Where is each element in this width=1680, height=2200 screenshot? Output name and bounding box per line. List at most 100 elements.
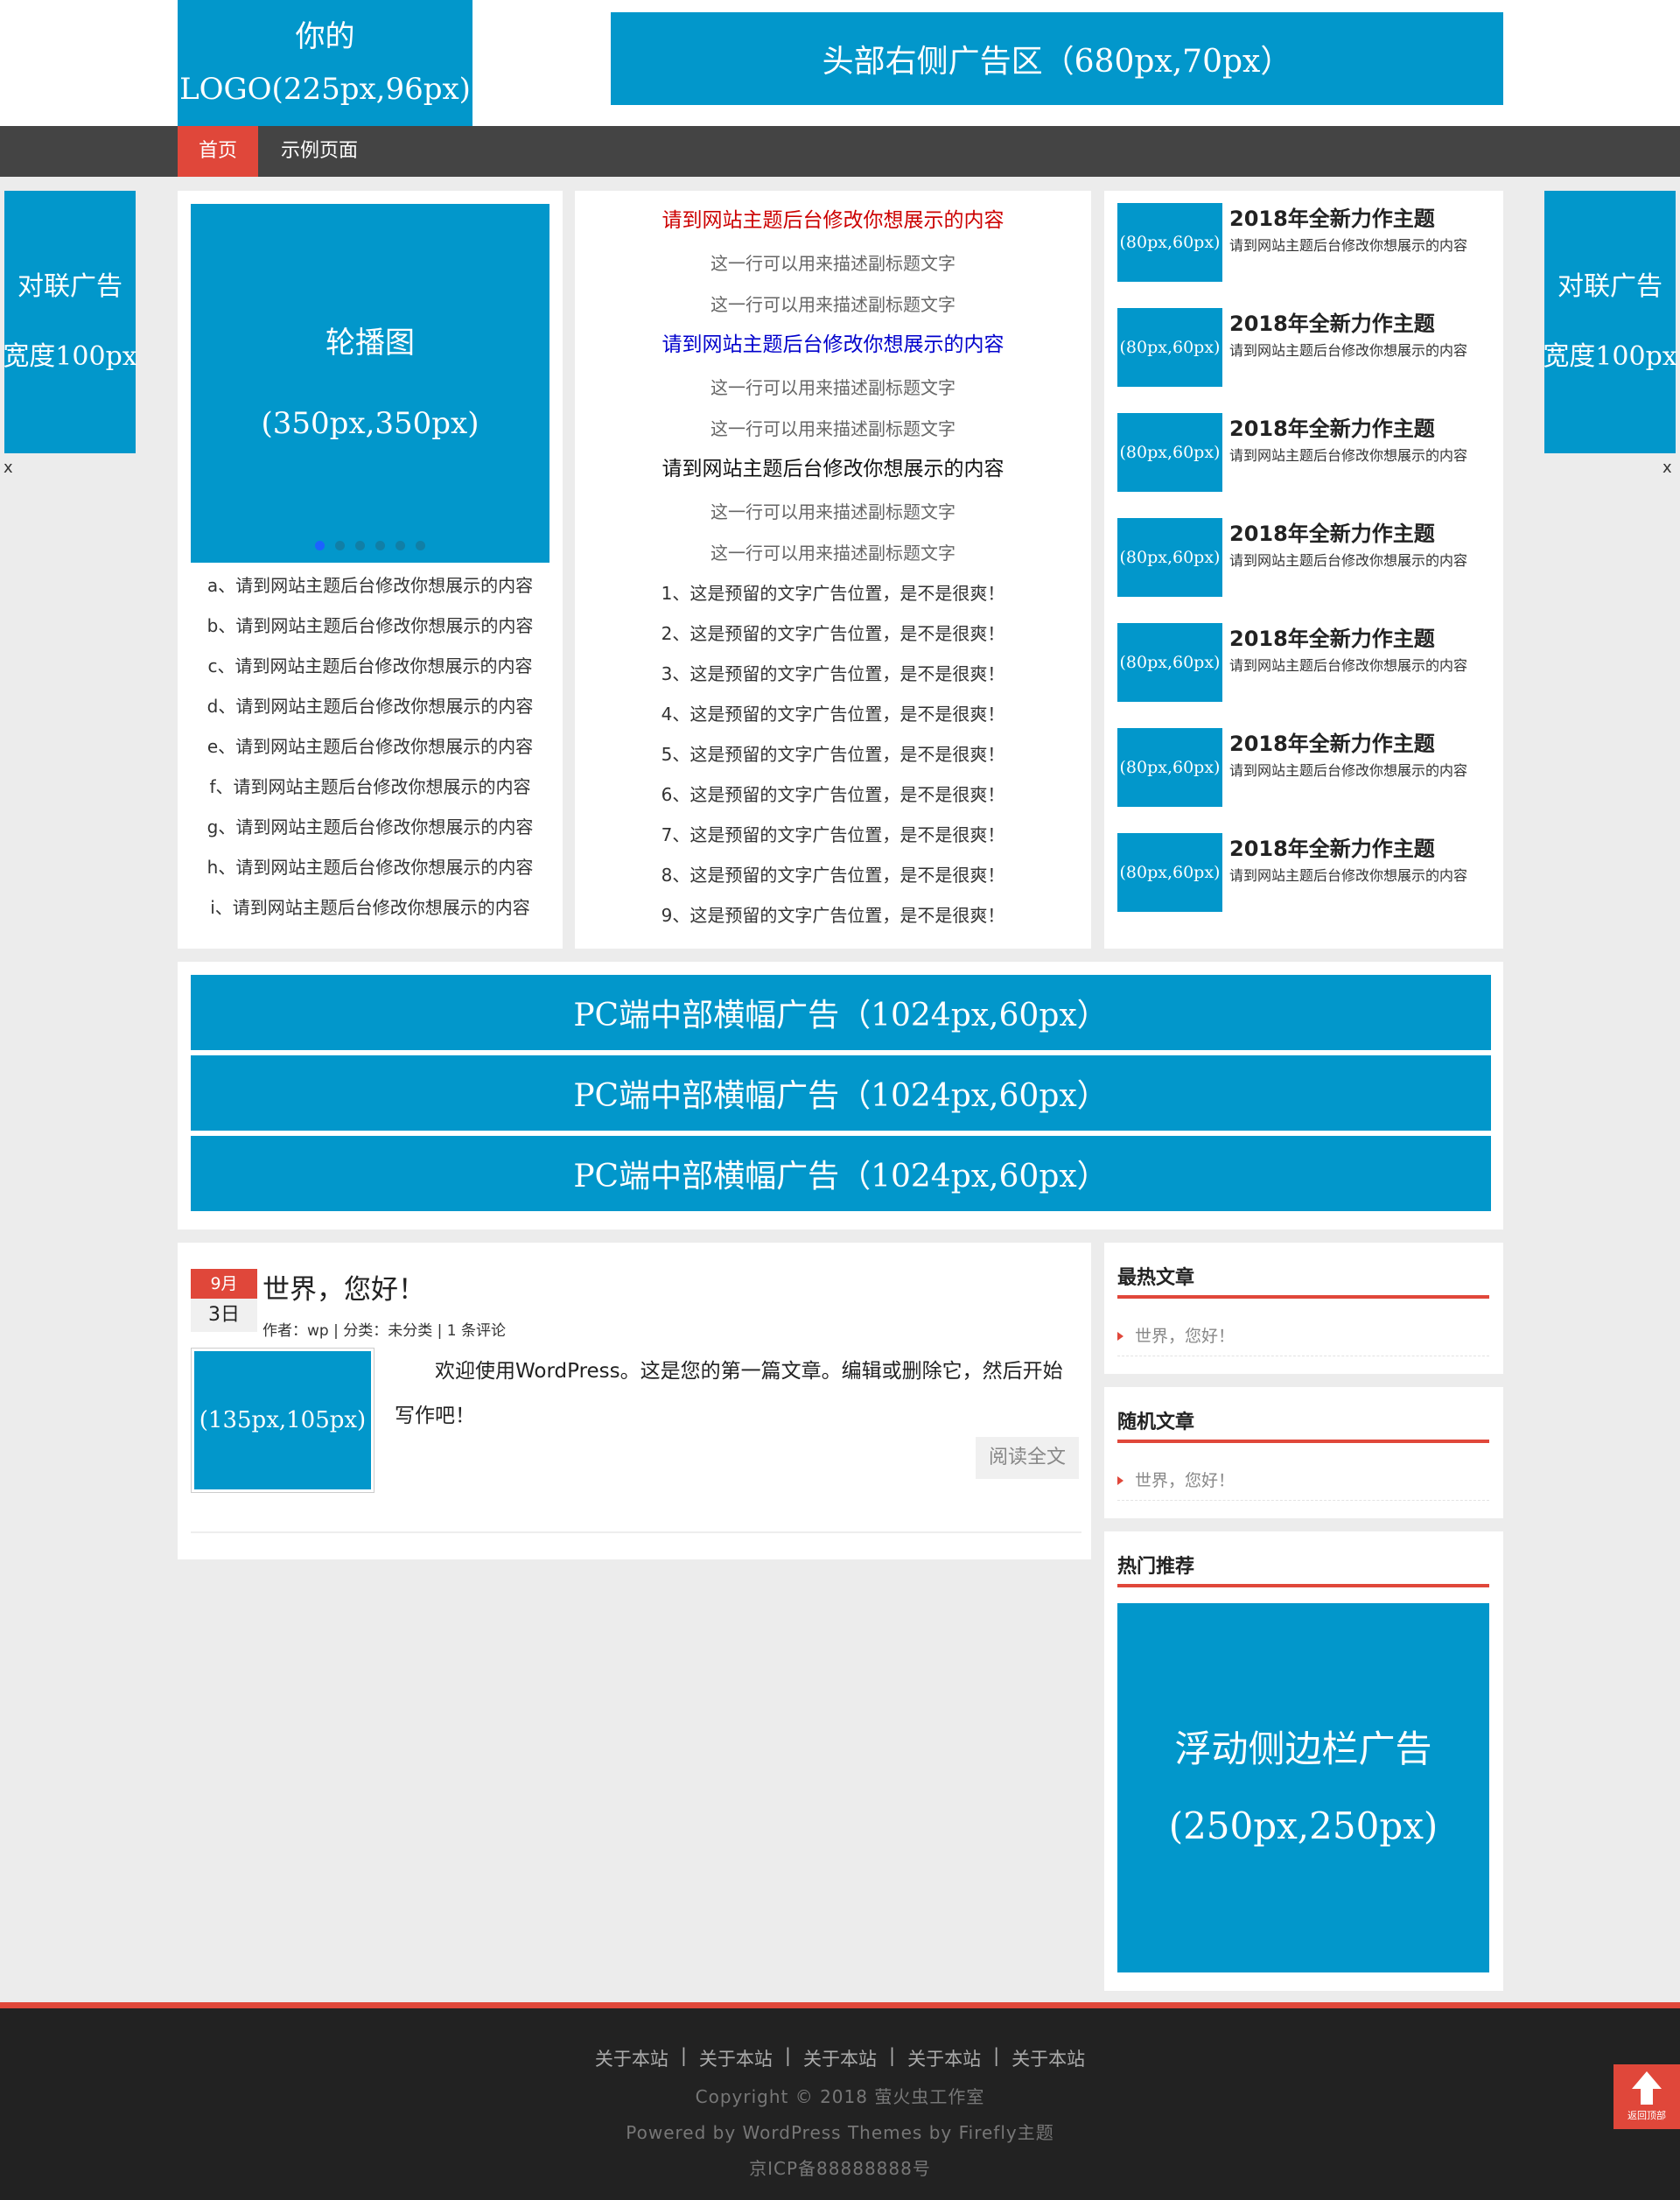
footer-link[interactable]: 关于本站 [699, 2045, 773, 2071]
text-ad-link[interactable]: 8、这是预留的文字广告位置，是不是很爽！ [575, 856, 1091, 896]
widget-random-title: 随机文章 [1117, 1412, 1195, 1433]
headline-link[interactable]: 请到网站主题后台修改你想展示的内容 [575, 326, 1091, 368]
featured-item[interactable]: (80px,60px) 2018年全新力作主题 请到网站主题后台修改你想展示的内容 [1117, 716, 1498, 807]
text-ad-link[interactable]: 7、这是预留的文字广告位置，是不是很爽！ [575, 816, 1091, 856]
mid-banner-ad[interactable]: PC端中部横幅广告（1024px,60px） [191, 1136, 1491, 1211]
carousel-dot[interactable] [335, 541, 345, 550]
subtitle-text: 这一行可以用来描述副标题文字 [710, 501, 956, 522]
featured-thumbnail[interactable]: (80px,60px) [1117, 623, 1222, 702]
widget-hot-item[interactable]: 世界，您好！ [1117, 1321, 1489, 1356]
featured-title[interactable]: 2018年全新力作主题 [1229, 411, 1435, 442]
footer-link[interactable]: 关于本站 [907, 2045, 981, 2071]
text-ad-link[interactable]: 9、这是预留的文字广告位置，是不是很爽！ [575, 896, 1091, 936]
list-item[interactable]: g、请到网站主题后台修改你想展示的内容 [191, 814, 550, 854]
list-item[interactable]: f、请到网站主题后台修改你想展示的内容 [191, 774, 550, 814]
couplet-left-line2: 宽度100px [3, 341, 137, 372]
featured-item[interactable]: (80px,60px) 2018年全新力作主题 请到网站主题后台修改你想展示的内容 [1117, 191, 1498, 282]
featured-item[interactable]: (80px,60px) 2018年全新力作主题 请到网站主题后台修改你想展示的内容 [1117, 821, 1498, 912]
carousel-line1: 轮播图 [326, 326, 415, 361]
widget-recommend-title: 热门推荐 [1117, 1556, 1195, 1578]
featured-thumbnail[interactable]: (80px,60px) [1117, 413, 1222, 492]
carousel[interactable]: 轮播图 (350px,350px) [191, 204, 550, 563]
carousel-line2: (350px,350px) [261, 406, 480, 441]
carousel-dot[interactable] [355, 541, 365, 550]
arrow-up-stem [1641, 2089, 1653, 2105]
featured-thumbnail[interactable]: (80px,60px) [1117, 518, 1222, 597]
headline-link[interactable]: 请到网站主题后台修改你想展示的内容 [575, 201, 1091, 243]
nav-item-home[interactable]: 首页 [178, 126, 258, 177]
site-logo[interactable]: 你的 LOGO(225px,96px) [178, 0, 472, 126]
arrow-right-icon [1117, 1332, 1124, 1341]
couplet-left-close-icon[interactable]: x [4, 459, 13, 477]
featured-title[interactable]: 2018年全新力作主题 [1229, 726, 1435, 757]
footer-link[interactable]: 关于本站 [1012, 2045, 1085, 2071]
featured-item[interactable]: (80px,60px) 2018年全新力作主题 请到网站主题后台修改你想展示的内容 [1117, 506, 1498, 597]
text-ad-link[interactable]: 2、这是预留的文字广告位置，是不是很爽！ [575, 614, 1091, 655]
list-item[interactable]: i、请到网站主题后台修改你想展示的内容 [191, 894, 550, 935]
text-ad-link[interactable]: 6、这是预留的文字广告位置，是不是很爽！ [575, 775, 1091, 816]
footer-link[interactable]: 关于本站 [595, 2045, 668, 2071]
featured-desc: 请到网站主题后台修改你想展示的内容 [1229, 657, 1468, 674]
featured-panel: (80px,60px) 2018年全新力作主题 请到网站主题后台修改你想展示的内容(… [1104, 191, 1503, 949]
carousel-dot[interactable] [375, 541, 385, 550]
list-item[interactable]: e、请到网站主题后台修改你想展示的内容 [191, 733, 550, 774]
widget-random-posts: 随机文章 世界，您好！ [1104, 1387, 1503, 1518]
featured-title[interactable]: 2018年全新力作主题 [1229, 831, 1435, 862]
featured-thumbnail[interactable]: (80px,60px) [1117, 833, 1222, 912]
post-meta: 作者：wp | 分类：未分类 | 1 条评论 [262, 1322, 506, 1340]
read-more-button[interactable]: 阅读全文 [976, 1437, 1079, 1479]
list-item[interactable]: b、请到网站主题后台修改你想展示的内容 [191, 613, 550, 653]
text-ad-link[interactable]: 4、这是预留的文字广告位置，是不是很爽！ [575, 695, 1091, 735]
widget-random-item[interactable]: 世界，您好！ [1117, 1466, 1489, 1501]
widget-random-underline [1117, 1440, 1489, 1443]
text-ad-link[interactable]: 1、这是预留的文字广告位置，是不是很爽！ [575, 574, 1091, 614]
footer-separator: | [680, 2045, 687, 2066]
mid-banner-ad[interactable]: PC端中部横幅广告（1024px,60px） [191, 1055, 1491, 1131]
back-to-top-button[interactable]: 返回顶部 [1614, 2064, 1680, 2129]
footer-link[interactable]: 关于本站 [803, 2045, 877, 2071]
featured-title[interactable]: 2018年全新力作主题 [1229, 516, 1435, 547]
logo-line2: LOGO(225px,96px) [179, 72, 471, 107]
headline-link[interactable]: 请到网站主题后台修改你想展示的内容 [575, 450, 1091, 492]
couplet-right-close-icon[interactable]: x [1662, 459, 1672, 477]
carousel-dot[interactable] [315, 541, 325, 550]
list-item[interactable]: a、请到网站主题后台修改你想展示的内容 [191, 572, 550, 613]
text-ad-link[interactable]: 3、这是预留的文字广告位置，是不是很爽！ [575, 655, 1091, 695]
floating-ad-line2: (250px,250px) [1168, 1804, 1438, 1847]
footer-copyright: Copyright © 2018 萤火虫工作室 [695, 2086, 985, 2107]
text-panel: 请到网站主题后台修改你想展示的内容 这一行可以用来描述副标题文字 这一行可以用来描述… [575, 191, 1091, 949]
post-day: 3日 [191, 1299, 257, 1332]
floating-ad-line1: 浮动侧边栏广告 [1174, 1727, 1432, 1770]
featured-thumbnail[interactable]: (80px,60px) [1117, 203, 1222, 282]
text-ad-link[interactable]: 5、这是预留的文字广告位置，是不是很爽！ [575, 735, 1091, 775]
carousel-dot[interactable] [396, 541, 405, 550]
list-item[interactable]: d、请到网站主题后台修改你想展示的内容 [191, 693, 550, 733]
featured-item[interactable]: (80px,60px) 2018年全新力作主题 请到网站主题后台修改你想展示的内容 [1117, 401, 1498, 492]
featured-item[interactable]: (80px,60px) 2018年全新力作主题请到网站主题后台修改你想展示的内容 [1117, 611, 1498, 702]
couplet-ad-right[interactable]: 对联广告 宽度100px [1543, 191, 1677, 453]
arrow-up-icon [1632, 2071, 1662, 2089]
featured-thumbnail[interactable]: (80px,60px) [1117, 308, 1222, 387]
list-item[interactable]: h、请到网站主题后台修改你想展示的内容 [191, 854, 550, 894]
widget-recommend: 热门推荐 浮动侧边栏广告 (250px,250px) [1104, 1531, 1503, 1991]
main-nav: 首页 示例页面 [0, 126, 1680, 177]
featured-title[interactable]: 2018年全新力作主题 [1229, 306, 1435, 337]
header-ad[interactable]: 头部右侧广告区（680px,70px） [611, 12, 1503, 105]
featured-thumbnail[interactable]: (80px,60px) [1117, 728, 1222, 807]
list-item[interactable]: c、请到网站主题后台修改你想展示的内容 [191, 653, 550, 693]
post-divider [191, 1531, 1082, 1533]
mid-banner-ad[interactable]: PC端中部横幅广告（1024px,60px） [191, 975, 1491, 1050]
nav-item-sample-page[interactable]: 示例页面 [267, 126, 372, 177]
featured-item[interactable]: (80px,60px) 2018年全新力作主题 请到网站主题后台修改你想展示的内容 [1117, 296, 1498, 387]
footer-links: 关于本站 | 关于本站 | 关于本站 | 关于本站 | 关于本站 [0, 2045, 1680, 2071]
featured-title[interactable]: 2018年全新力作主题 [1229, 621, 1435, 652]
post-thumbnail[interactable]: (135px,105px) [191, 1348, 374, 1493]
couplet-ad-left[interactable]: 对联广告 宽度100px [3, 191, 137, 453]
floating-sidebar-ad[interactable]: 浮动侧边栏广告 (250px,250px) [1117, 1603, 1489, 1972]
footer-separator: | [889, 2045, 896, 2066]
subtitle-text: 这一行可以用来描述副标题文字 [710, 418, 956, 439]
featured-title[interactable]: 2018年全新力作主题 [1229, 201, 1435, 232]
couplet-right-line2: 宽度100px [1543, 341, 1677, 372]
post-title[interactable]: 世界，您好！ [262, 1267, 425, 1307]
carousel-dot[interactable] [416, 541, 425, 550]
